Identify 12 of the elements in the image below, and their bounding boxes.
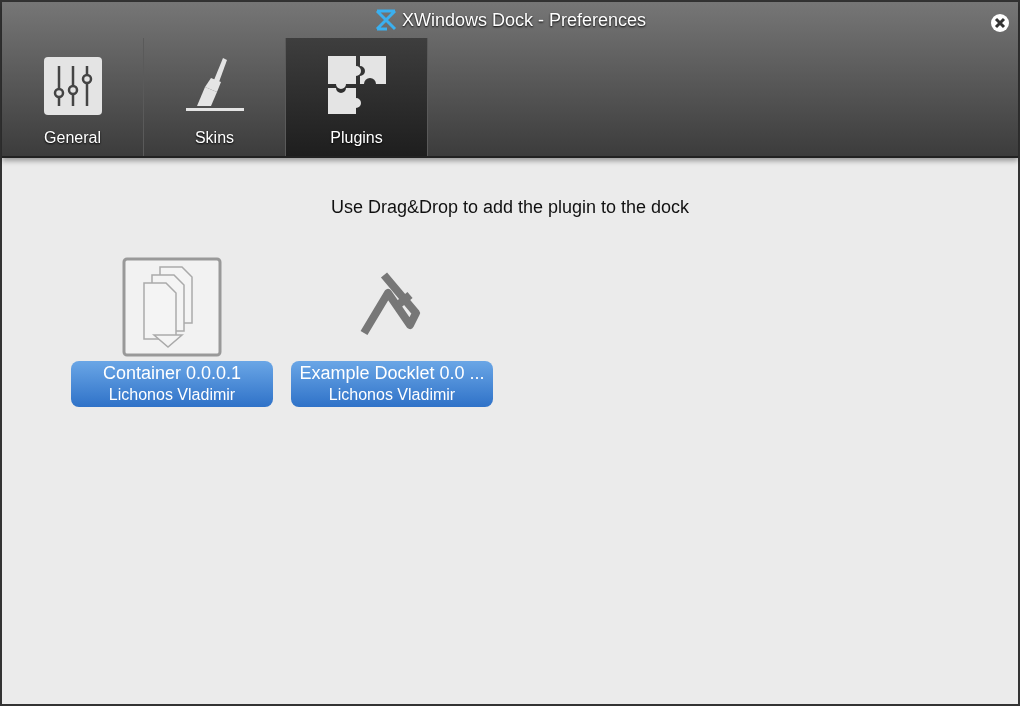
tab[interactable]: Plugins (286, 38, 428, 156)
sliders-icon (42, 56, 103, 116)
tab[interactable]: General (2, 38, 144, 156)
plugin-label: Example Docklet 0.0 ... Lichonos Vladimir (291, 361, 493, 407)
puzzle-icon (325, 54, 388, 116)
document-stack-icon (122, 257, 222, 357)
plugin-item[interactable]: Container 0.0.0.1 Lichonos Vladimir (71, 257, 273, 407)
plugin-label: Container 0.0.0.1 Lichonos Vladimir (71, 361, 273, 407)
app-logo-icon (373, 8, 398, 32)
instruction-text: Use Drag&Drop to add the plugin to the dock (330, 196, 690, 219)
window-title: XWindows Dock - Preferences (401, 8, 647, 32)
plugin-item[interactable]: Example Docklet 0.0 ... Lichonos Vladimir (291, 257, 493, 407)
